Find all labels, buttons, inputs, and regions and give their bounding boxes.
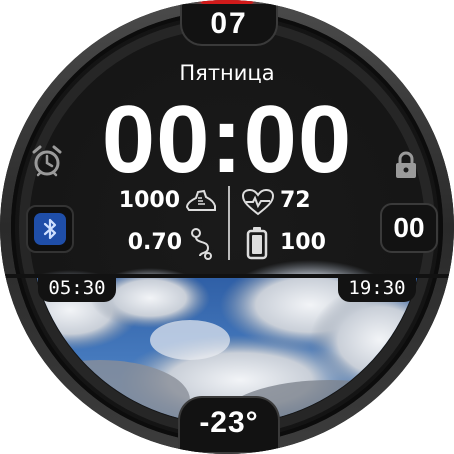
- sunset-time: 19:30: [348, 277, 406, 299]
- time-display: 00:00: [101, 86, 353, 193]
- temperature-value: -23°: [199, 406, 259, 439]
- weekday-label: Пятница: [179, 61, 275, 85]
- sunrise-time: 05:30: [48, 277, 106, 299]
- temperature-pill[interactable]: -23°: [178, 396, 280, 452]
- bluetooth-icon: [34, 213, 66, 245]
- battery-value: 100: [280, 230, 326, 255]
- steps-value: 1000: [118, 188, 180, 213]
- sunset-pill[interactable]: 19:30: [338, 274, 416, 302]
- bluetooth-button[interactable]: [26, 205, 74, 253]
- route-icon: [188, 226, 216, 260]
- shoe-icon: [184, 187, 218, 215]
- watch-face: 07 Пятница 00:00 00 1000 0.70 72 100 05:…: [0, 0, 454, 454]
- right-complication-value: 00: [393, 212, 425, 243]
- alarm-clock-icon[interactable]: [30, 143, 64, 179]
- stats-divider: [228, 186, 230, 260]
- right-complication[interactable]: 00: [380, 203, 438, 253]
- date-pill[interactable]: 07: [180, 4, 278, 46]
- sunrise-pill[interactable]: 05:30: [38, 274, 116, 302]
- distance-value: 0.70: [127, 230, 182, 255]
- heart-pulse-icon: [241, 188, 275, 216]
- lock-icon[interactable]: [394, 150, 418, 180]
- heart-rate-value: 72: [280, 188, 311, 213]
- day-number: 07: [210, 7, 248, 40]
- battery-icon: [246, 226, 268, 260]
